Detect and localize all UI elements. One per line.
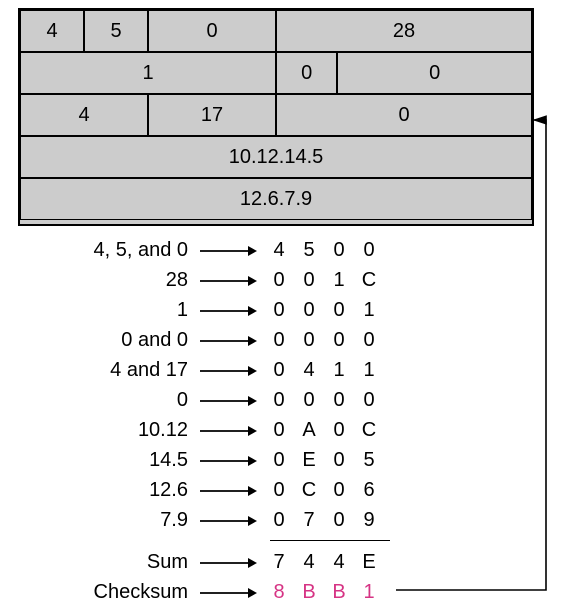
ip-header-row-dst: 12.6.7.9 — [20, 178, 532, 220]
calc-label: Sum — [64, 551, 194, 574]
calc-digits: 0000 — [264, 329, 384, 352]
calc-line-3: 0 and 0 0000 — [64, 325, 384, 355]
calc-digits: 0E05 — [264, 449, 384, 472]
arrow-icon — [194, 579, 264, 605]
arrow-icon — [194, 447, 264, 473]
calc-digits: 0001 — [264, 299, 384, 322]
calc-line-4: 4 and 17 0411 — [64, 355, 384, 385]
calc-digits: 0411 — [264, 359, 384, 382]
calc-digits: 4500 — [264, 239, 384, 262]
field-protocol: 17 — [148, 94, 276, 136]
calc-label: 14.5 — [64, 449, 194, 472]
calc-line-sum: Sum 744E — [64, 547, 384, 577]
sum-rule — [270, 540, 390, 541]
ip-header-row-2: 1 0 0 — [20, 52, 532, 94]
calc-label: 1 — [64, 299, 194, 322]
calc-digits: 744E — [264, 551, 384, 574]
ip-header-table: 4 5 0 28 1 0 0 4 17 0 10.12.14.5 12.6.7.… — [18, 8, 534, 226]
arrow-icon — [194, 327, 264, 353]
calc-line-1: 28 001C — [64, 265, 384, 295]
field-ttl: 4 — [20, 94, 148, 136]
calc-label: 4, 5, and 0 — [64, 239, 194, 262]
field-service: 0 — [148, 10, 276, 52]
field-hlen: 5 — [84, 10, 148, 52]
field-frag-offset: 0 — [337, 52, 532, 94]
field-src-ip: 10.12.14.5 — [20, 136, 532, 178]
calc-label: 0 — [64, 389, 194, 412]
calc-line-7: 14.5 0E05 — [64, 445, 384, 475]
arrow-icon — [194, 297, 264, 323]
arrow-icon — [194, 417, 264, 443]
calc-line-6: 10.12 0A0C — [64, 415, 384, 445]
calc-label: 7.9 — [64, 509, 194, 532]
checksum-calc: 4, 5, and 0 4500 28 001C 1 0001 0 and 0 0000 4 a… — [64, 235, 384, 607]
field-version: 4 — [20, 10, 84, 52]
arrow-icon — [194, 357, 264, 383]
field-dst-ip: 12.6.7.9 — [20, 178, 532, 220]
field-identification: 1 — [20, 52, 276, 94]
arrow-icon — [194, 387, 264, 413]
calc-label: Checksum — [64, 581, 194, 604]
calc-digits: 001C — [264, 269, 384, 292]
ip-header-row-1: 4 5 0 28 — [20, 10, 532, 52]
calc-line-8: 12.6 0C06 — [64, 475, 384, 505]
calc-line-9: 7.9 0709 — [64, 505, 384, 535]
field-checksum-highlight: 0 — [276, 94, 532, 136]
calc-digits: 0A0C — [264, 419, 384, 442]
field-flags: 0 — [276, 52, 337, 94]
calc-label: 0 and 0 — [64, 329, 194, 352]
arrow-icon — [194, 237, 264, 263]
calc-label: 10.12 — [64, 419, 194, 442]
arrow-icon — [194, 549, 264, 575]
calc-label: 4 and 17 — [64, 359, 194, 382]
calc-digits: 0709 — [264, 509, 384, 532]
calc-line-0: 4, 5, and 0 4500 — [64, 235, 384, 265]
field-total-length: 28 — [276, 10, 532, 52]
calc-digits: 0000 — [264, 389, 384, 412]
calc-digits: 0C06 — [264, 479, 384, 502]
calc-line-checksum: Checksum 8BB1 — [64, 577, 384, 607]
calc-line-5: 00000 — [64, 385, 384, 415]
calc-label: 12.6 — [64, 479, 194, 502]
ip-header-row-src: 10.12.14.5 — [20, 136, 532, 178]
ip-header-row-3: 4 17 0 — [20, 94, 532, 136]
calc-line-2: 1 0001 — [64, 295, 384, 325]
arrow-icon — [194, 477, 264, 503]
arrow-icon — [194, 507, 264, 533]
calc-digits: 8BB1 — [264, 581, 384, 604]
calc-label: 28 — [64, 269, 194, 292]
arrow-icon — [194, 267, 264, 293]
